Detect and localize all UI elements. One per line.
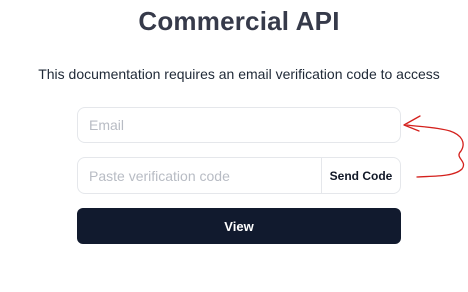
verification-code-input[interactable] [78,158,321,193]
verification-code-field-container: Send Code [77,157,401,194]
annotation-arrow-head [403,115,421,132]
hand-drawn-arrow-annotation [403,115,465,178]
view-button[interactable]: View [77,208,401,244]
annotation-arrow-curve [406,124,465,178]
email-field-container [77,107,401,143]
send-code-button[interactable]: Send Code [321,158,400,193]
page-subtitle: This documentation requires an email ver… [38,66,440,82]
email-input[interactable] [78,108,400,142]
page-title: Commercial API [138,6,340,36]
